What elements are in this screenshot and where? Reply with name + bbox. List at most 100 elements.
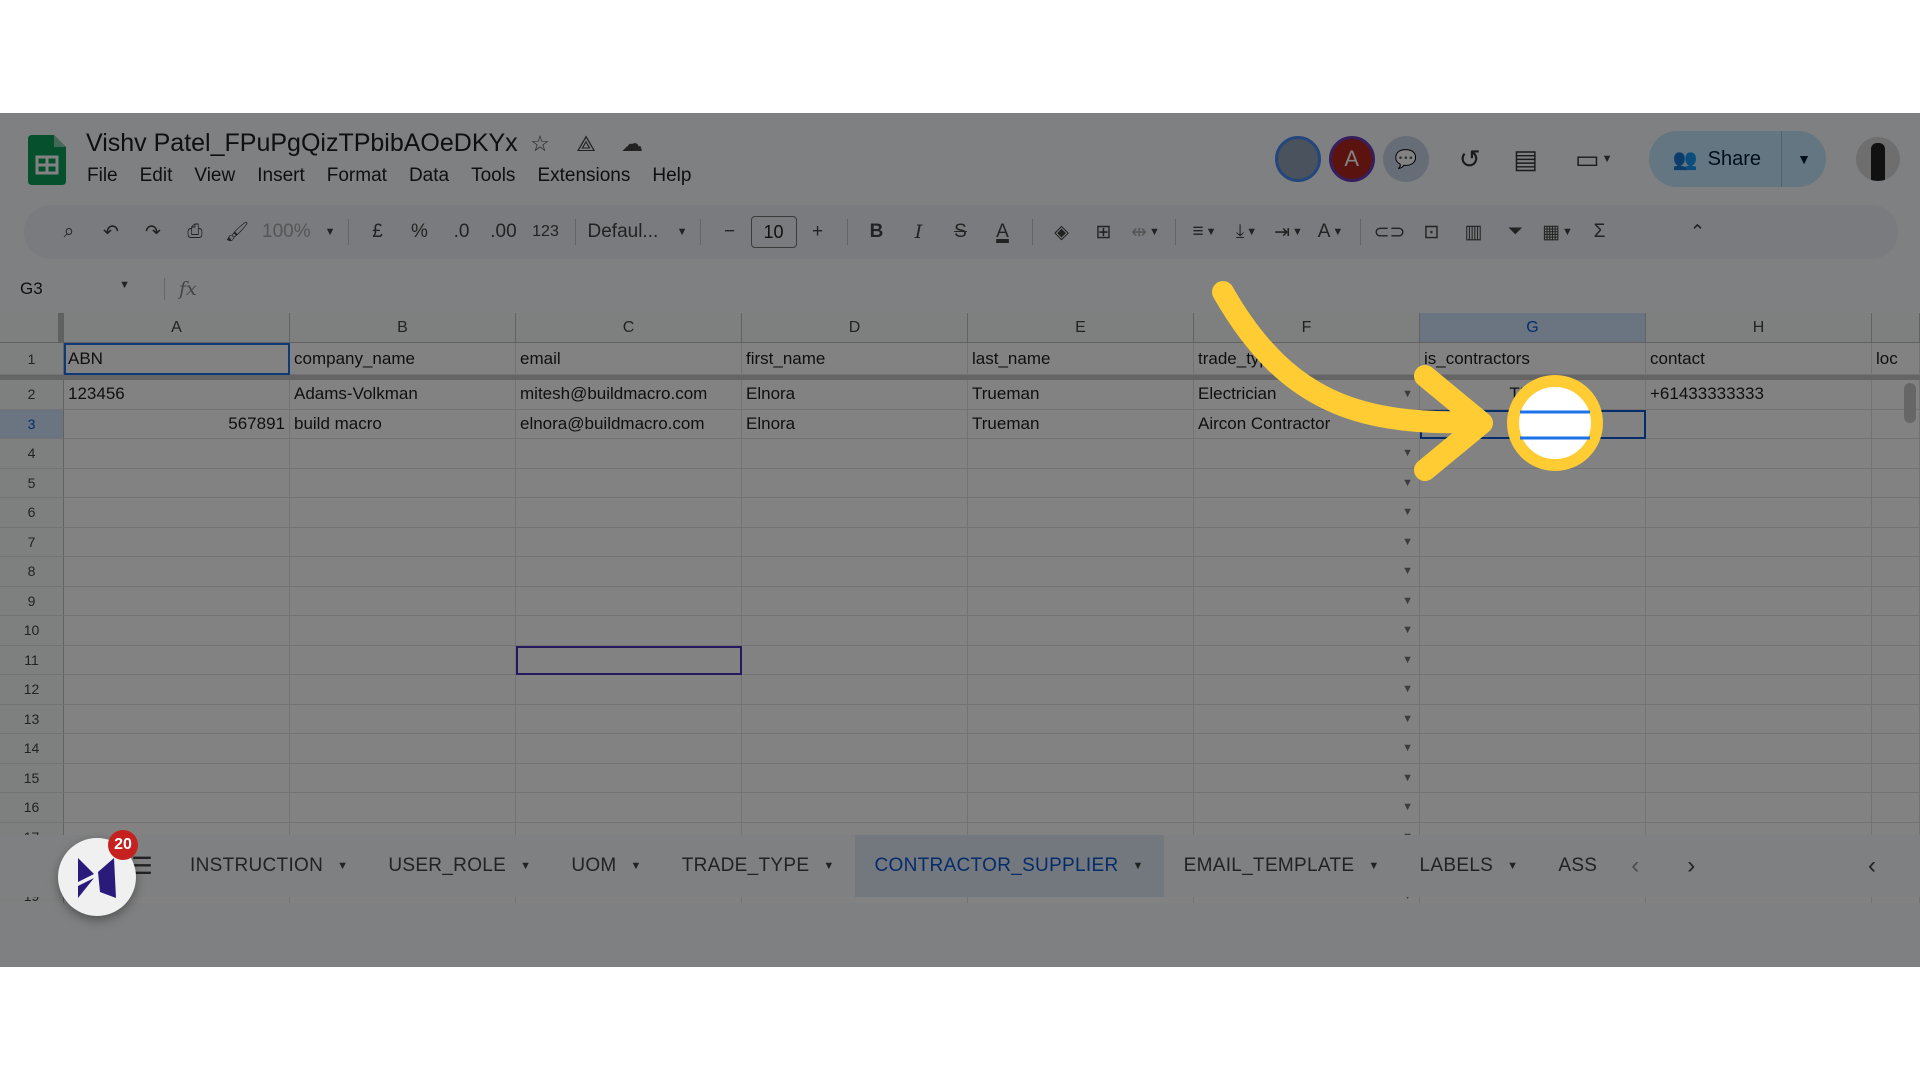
cell-F13[interactable]: ▼ xyxy=(1194,704,1420,734)
cell-E4[interactable] xyxy=(968,439,1194,469)
cell-E14[interactable] xyxy=(968,734,1194,764)
column-header-h[interactable]: H xyxy=(1646,313,1872,343)
cell-I1[interactable]: loc xyxy=(1872,343,1920,375)
insert-chart-icon[interactable]: ▥ xyxy=(1457,221,1491,244)
cell-G8[interactable] xyxy=(1420,557,1646,587)
dropdown-chip-icon[interactable]: ▼ xyxy=(1402,447,1413,459)
cell-E16[interactable] xyxy=(968,793,1194,823)
sheet-tab-instruction[interactable]: INSTRUCTION ▼ xyxy=(170,835,368,897)
cell-F12[interactable]: ▼ xyxy=(1194,675,1420,705)
cell-G1[interactable]: is_contractors xyxy=(1420,343,1646,375)
paint-format-icon[interactable]: 🖌 xyxy=(220,220,254,244)
cell-H12[interactable] xyxy=(1646,675,1872,705)
cell-G5[interactable] xyxy=(1420,468,1646,498)
cell-C6[interactable] xyxy=(516,498,742,528)
text-wrapping-icon[interactable]: ⇥ ▼ xyxy=(1272,221,1306,244)
menu-tools[interactable]: Tools xyxy=(470,165,516,187)
column-header-i[interactable] xyxy=(1872,313,1920,343)
cell-G10[interactable] xyxy=(1420,616,1646,646)
side-panel-collapse-icon[interactable]: ‹ xyxy=(1844,852,1900,880)
undo-icon[interactable]: ↶ xyxy=(94,221,128,244)
cell-B14[interactable] xyxy=(290,734,516,764)
sheet-tab-labels[interactable]: LABELS ▼ xyxy=(1400,835,1539,897)
cell-I5[interactable] xyxy=(1872,468,1920,498)
move-to-drive-icon[interactable]: ⟁ xyxy=(574,131,598,157)
fill-color-icon[interactable]: ◈ xyxy=(1045,221,1079,244)
dropdown-chip-icon[interactable]: ▼ xyxy=(1402,388,1413,400)
cell-C8[interactable] xyxy=(516,557,742,587)
row-header-2[interactable]: 2 xyxy=(0,380,64,410)
menu-extensions[interactable]: Extensions xyxy=(536,165,631,187)
dropdown-chip-icon[interactable]: ▼ xyxy=(1402,595,1413,607)
menu-help[interactable]: Help xyxy=(651,165,692,187)
sheet-tab-menu-icon[interactable]: ▼ xyxy=(631,860,642,872)
cell-B5[interactable] xyxy=(290,468,516,498)
cell-H2[interactable]: +61433333333 xyxy=(1646,380,1872,410)
cell-H15[interactable] xyxy=(1646,763,1872,793)
decrease-font-size-button[interactable]: − xyxy=(713,221,747,243)
dropdown-chip-icon[interactable]: ▼ xyxy=(1402,565,1413,577)
column-header-f[interactable]: F xyxy=(1194,313,1420,343)
cell-E15[interactable] xyxy=(968,763,1194,793)
print-icon[interactable]: ⎙ xyxy=(178,221,212,243)
cell-D10[interactable] xyxy=(742,616,968,646)
increase-font-size-button[interactable]: + xyxy=(801,221,835,243)
cell-C7[interactable] xyxy=(516,527,742,557)
cell-B6[interactable] xyxy=(290,498,516,528)
text-color-icon[interactable]: A xyxy=(986,221,1020,243)
cell-G14[interactable] xyxy=(1420,734,1646,764)
cell-H7[interactable] xyxy=(1646,527,1872,557)
cell-B4[interactable] xyxy=(290,439,516,469)
cell-G7[interactable] xyxy=(1420,527,1646,557)
cell-H14[interactable] xyxy=(1646,734,1872,764)
cell-D8[interactable] xyxy=(742,557,968,587)
cell-C9[interactable] xyxy=(516,586,742,616)
increase-decimal-button[interactable]: .00 xyxy=(487,221,521,243)
cell-C2[interactable]: mitesh@buildmacro.com xyxy=(516,380,742,410)
sheet-tab-menu-icon[interactable]: ▼ xyxy=(1132,860,1143,872)
cell-E2[interactable]: Trueman xyxy=(968,380,1194,410)
cell-A15[interactable] xyxy=(64,763,290,793)
cell-G4[interactable] xyxy=(1420,439,1646,469)
cell-B3[interactable]: build macro xyxy=(290,409,516,439)
cell-F8[interactable]: ▼ xyxy=(1194,557,1420,587)
cell-D6[interactable] xyxy=(742,498,968,528)
dropdown-chip-icon[interactable]: ▼ xyxy=(1402,742,1413,754)
cell-D1[interactable]: first_name xyxy=(742,343,968,375)
cell-D16[interactable] xyxy=(742,793,968,823)
font-select[interactable]: Defaul... ▼ xyxy=(588,221,688,243)
cell-A10[interactable] xyxy=(64,616,290,646)
row-header-11[interactable]: 11 xyxy=(0,645,64,675)
cell-D13[interactable] xyxy=(742,704,968,734)
cell-A5[interactable] xyxy=(64,468,290,498)
cell-G15[interactable] xyxy=(1420,763,1646,793)
cell-H3[interactable] xyxy=(1646,409,1872,439)
cell-B13[interactable] xyxy=(290,704,516,734)
dropdown-chip-icon[interactable]: ▼ xyxy=(1402,772,1413,784)
cell-B9[interactable] xyxy=(290,586,516,616)
cell-C14[interactable] xyxy=(516,734,742,764)
cell-E6[interactable] xyxy=(968,498,1194,528)
select-all-corner[interactable] xyxy=(0,313,64,343)
cell-A13[interactable] xyxy=(64,704,290,734)
cell-H16[interactable] xyxy=(1646,793,1872,823)
cell-B1[interactable]: company_name xyxy=(290,343,516,375)
cell-F16[interactable]: ▼ xyxy=(1194,793,1420,823)
row-header-1[interactable]: 1 xyxy=(0,343,64,375)
cell-D3[interactable]: Elnora xyxy=(742,409,968,439)
search-menus-icon[interactable]: ⌕ xyxy=(52,221,86,243)
cell-G13[interactable] xyxy=(1420,704,1646,734)
cell-A2[interactable]: 123456 xyxy=(64,380,290,410)
cell-G11[interactable] xyxy=(1420,645,1646,675)
vertical-align-icon[interactable]: ⤓ ▼ xyxy=(1230,221,1264,243)
cell-I9[interactable] xyxy=(1872,586,1920,616)
row-header-16[interactable]: 16 xyxy=(0,793,64,823)
cell-H8[interactable] xyxy=(1646,557,1872,587)
filter-views-icon[interactable]: ▦ ▼ xyxy=(1541,221,1575,244)
cell-G12[interactable] xyxy=(1420,675,1646,705)
share-button[interactable]: 👥 Share xyxy=(1649,131,1782,187)
horizontal-align-icon[interactable]: ≡ ▼ xyxy=(1188,221,1222,243)
row-header-4[interactable]: 4 xyxy=(0,439,64,469)
cell-F6[interactable]: ▼ xyxy=(1194,498,1420,528)
cell-G6[interactable] xyxy=(1420,498,1646,528)
